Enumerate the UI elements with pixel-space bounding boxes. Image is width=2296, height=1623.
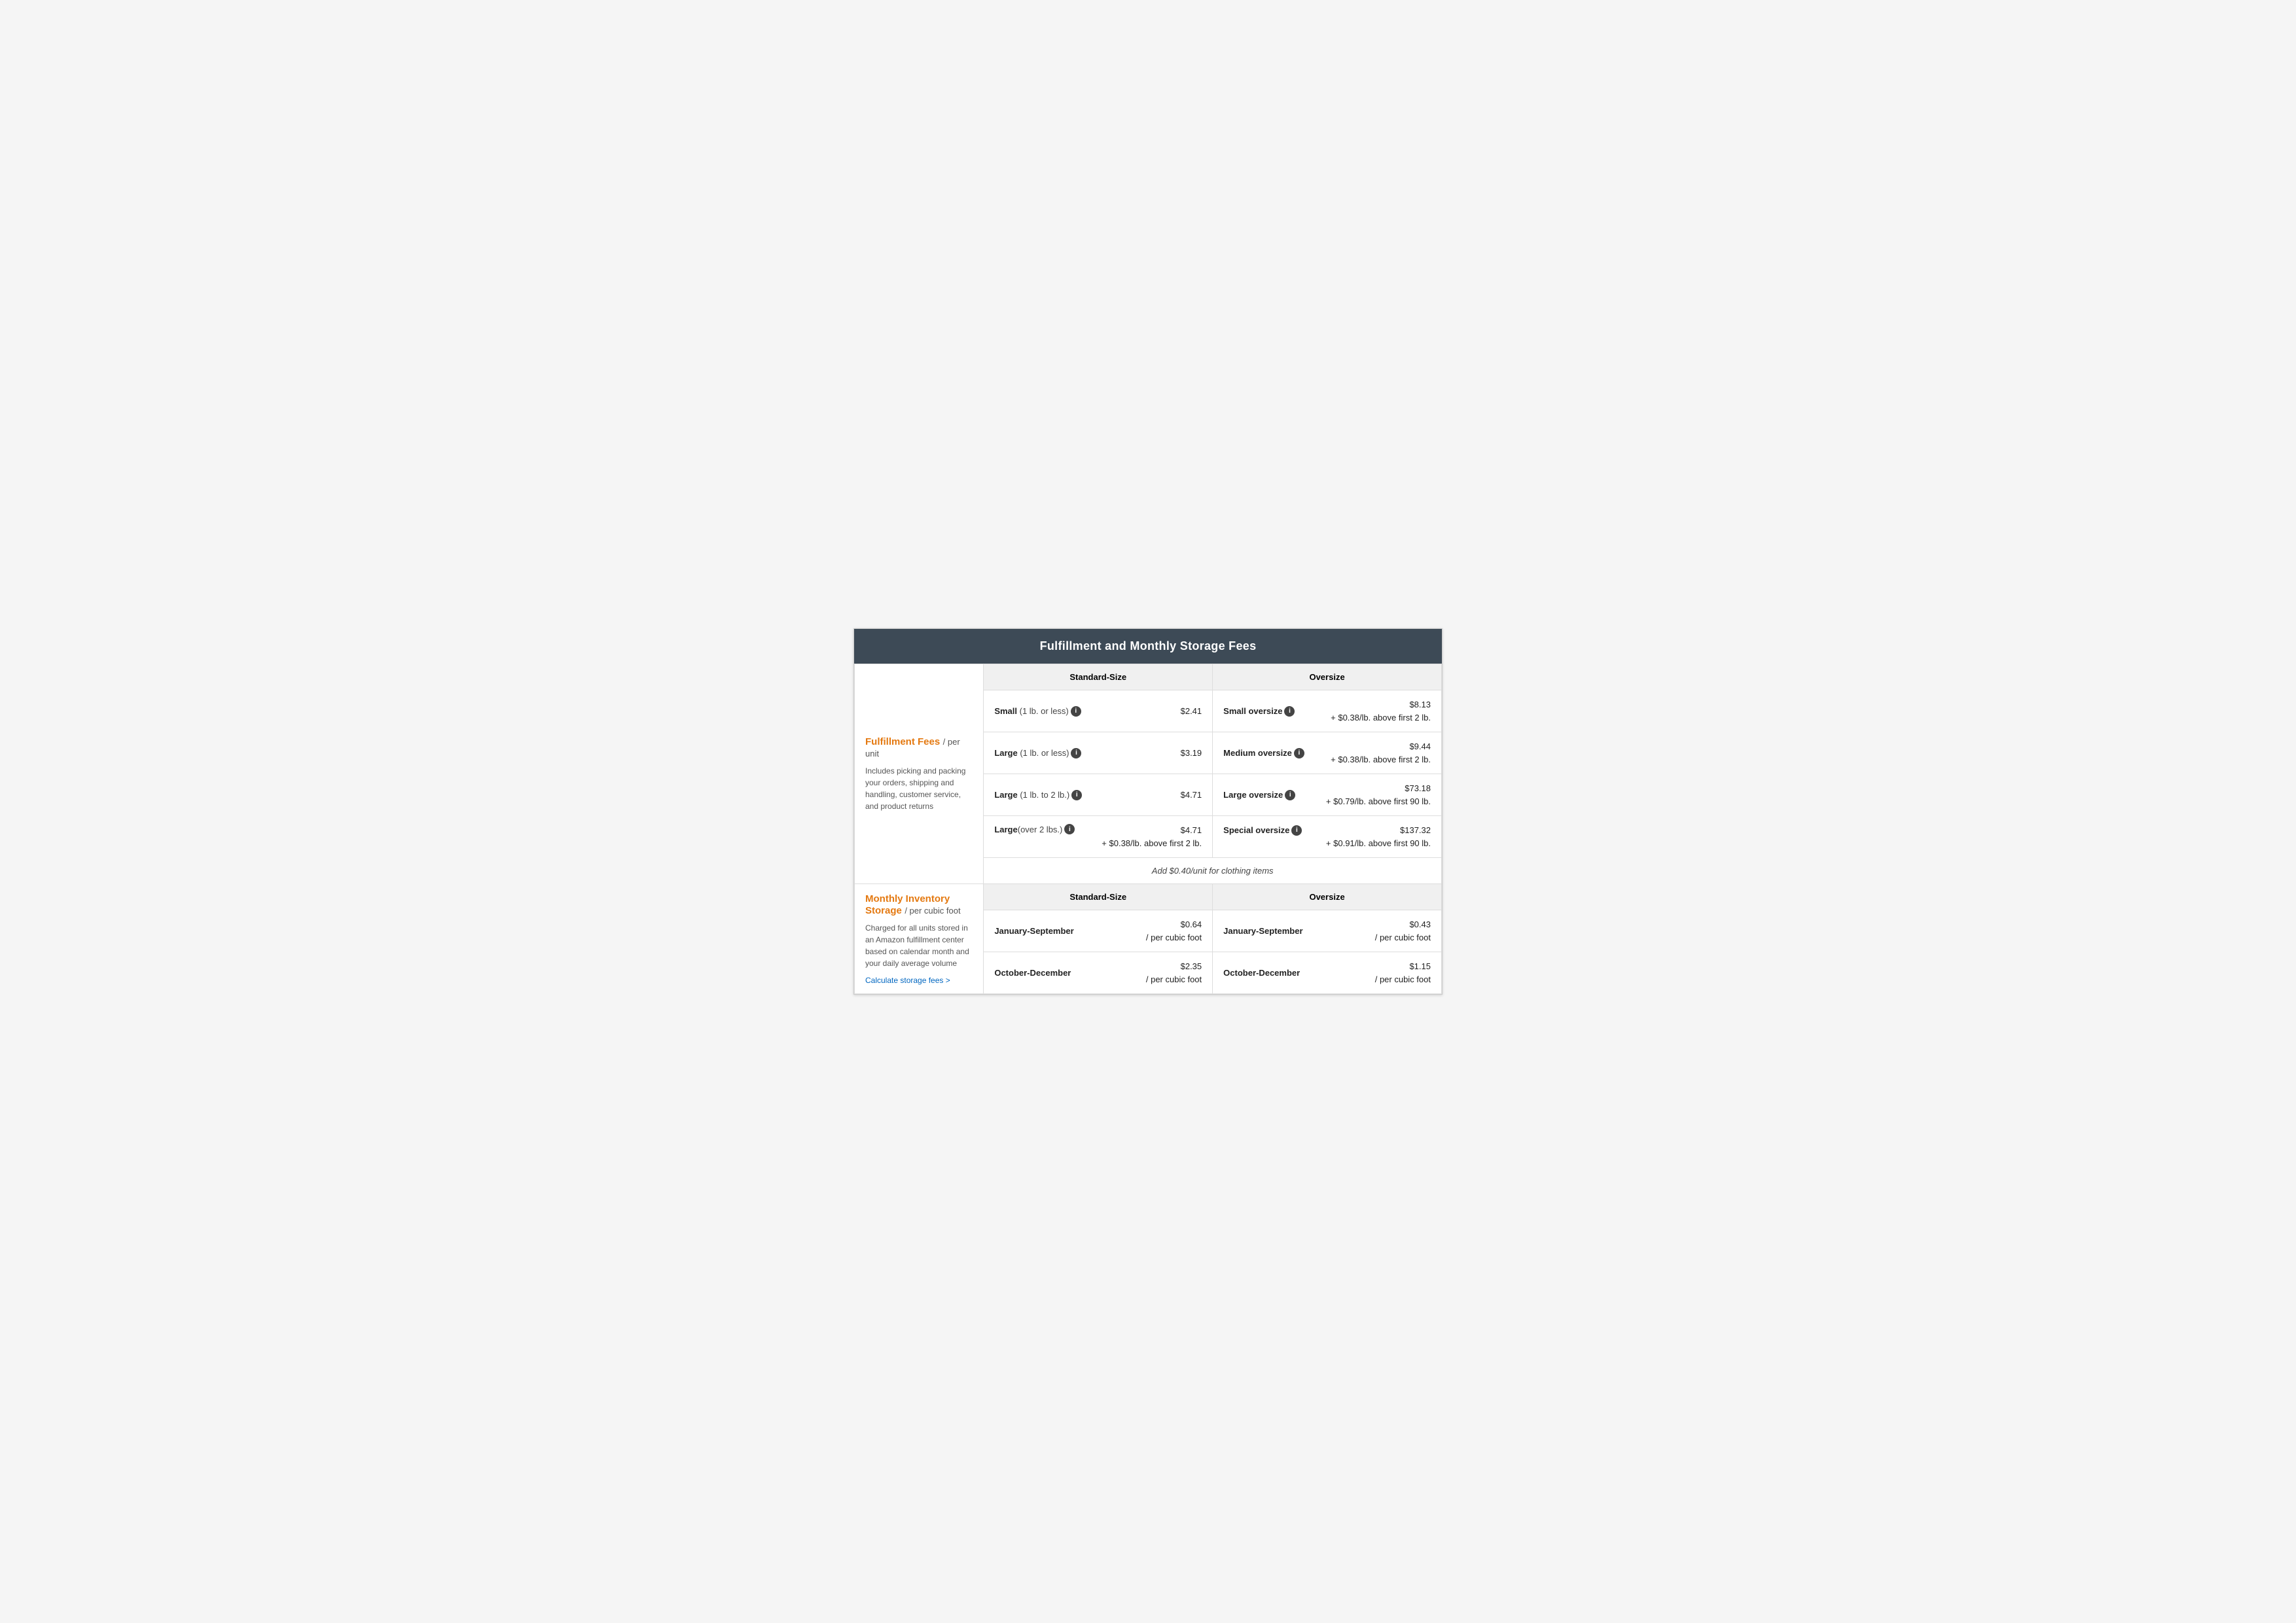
storage-standard-size-header: Standard-Size <box>984 884 1213 910</box>
standard-size-header: Standard-Size <box>984 664 1213 690</box>
std-info-icon-3[interactable]: i <box>1071 790 1082 800</box>
storage-desc-cell: Monthly Inventory Storage / per cubic fo… <box>855 884 984 994</box>
storage-title: Monthly Inventory Storage / per cubic fo… <box>865 893 973 917</box>
calculate-storage-link[interactable]: Calculate storage fees > <box>865 976 973 985</box>
storage-description: Charged for all units stored in an Amazo… <box>865 922 973 969</box>
storage-std-label-2: October-December $2.35 / per cubic foot <box>984 952 1213 994</box>
over-price-2: Medium oversize i $9.44 + $0.38/lb. abov… <box>1213 732 1442 774</box>
std-label-1: Small (1 lb. or less) i $2.41 <box>984 690 1213 732</box>
over-price-4: Special oversize i $137.32 + $0.91/lb. a… <box>1213 816 1442 858</box>
over-info-icon-3[interactable]: i <box>1285 790 1295 800</box>
fulfillment-description: Includes picking and packing your orders… <box>865 765 973 812</box>
oversize-header: Oversize <box>1213 664 1442 690</box>
page-title: Fulfillment and Monthly Storage Fees <box>854 629 1442 664</box>
over-info-icon-2[interactable]: i <box>1294 748 1304 758</box>
std-info-icon-2[interactable]: i <box>1071 748 1081 758</box>
over-price-1: Small oversize i $8.13 + $0.38/lb. above… <box>1213 690 1442 732</box>
over-info-icon-4[interactable]: i <box>1291 825 1302 836</box>
std-label-4: Large (over 2 lbs.) i $4.71 + $0.38/lb. … <box>984 816 1213 858</box>
storage-over-price-2: October-December $1.15 / per cubic foot <box>1213 952 1442 994</box>
std-label-3: Large (1 lb. to 2 lb.) i $4.71 <box>984 774 1213 816</box>
clothing-note: Add $0.40/unit for clothing items <box>984 858 1442 884</box>
fulfillment-fees-title: Fulfillment Fees / per unit <box>865 736 973 760</box>
main-container: Fulfillment and Monthly Storage Fees Ful… <box>853 628 1443 995</box>
over-price-3: Large oversize i $73.18 + $0.79/lb. abov… <box>1213 774 1442 816</box>
std-label-2: Large (1 lb. or less) i $3.19 <box>984 732 1213 774</box>
storage-oversize-header: Oversize <box>1213 884 1442 910</box>
std-info-icon-1[interactable]: i <box>1071 706 1081 717</box>
storage-over-price-1: January-September $0.43 / per cubic foot <box>1213 910 1442 952</box>
over-info-icon-1[interactable]: i <box>1284 706 1295 717</box>
std-info-icon-4[interactable]: i <box>1064 824 1075 834</box>
storage-std-label-1: January-September $0.64 / per cubic foot <box>984 910 1213 952</box>
